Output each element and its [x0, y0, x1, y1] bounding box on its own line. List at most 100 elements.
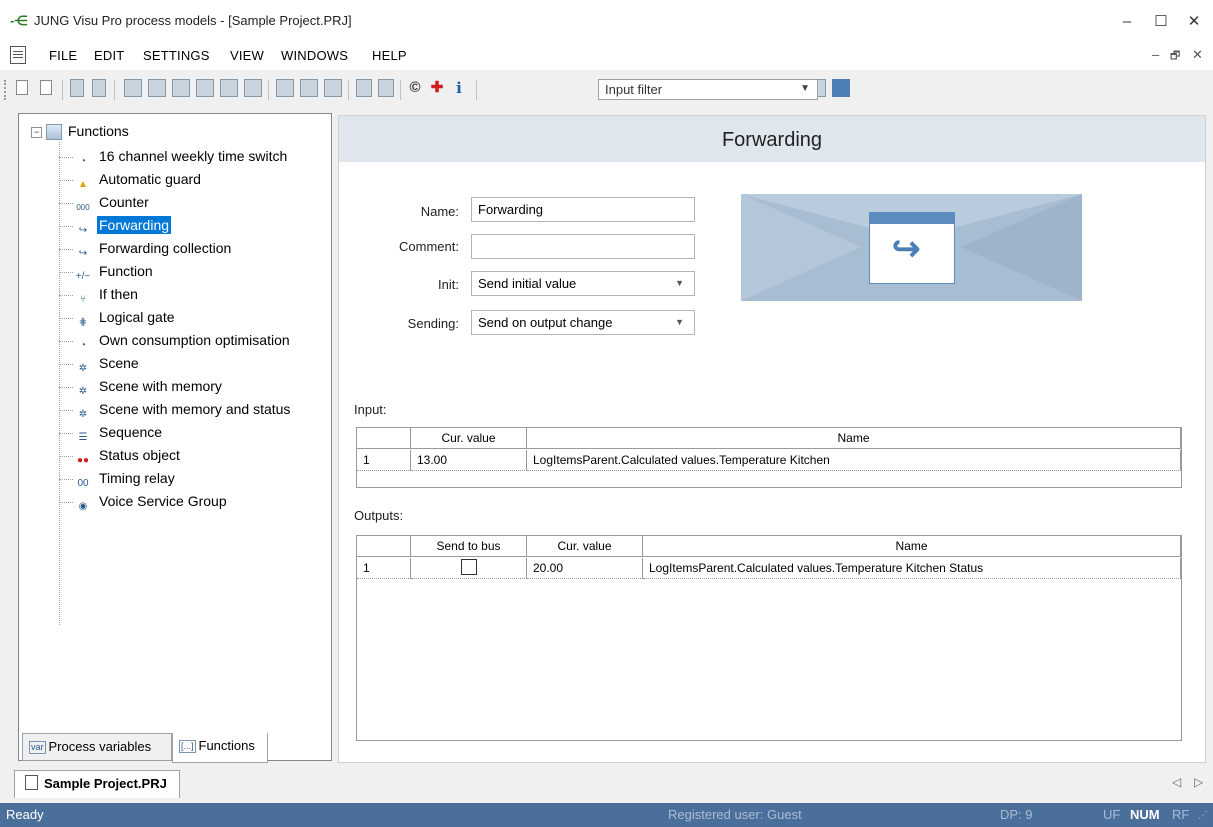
export-icon[interactable] — [244, 79, 262, 97]
menu-file[interactable]: FILE — [49, 48, 77, 63]
input-filter-combobox[interactable]: Input filter ▼ — [598, 79, 818, 100]
unlink-icon[interactable] — [378, 79, 394, 97]
name-label: Name: — [420, 204, 459, 219]
comment-label: Comment: — [399, 239, 459, 254]
link-icon[interactable] — [356, 79, 372, 97]
title-bar: -⋲ JUNG Visu Pro process models - [Sampl… — [0, 0, 1213, 42]
tree-item-voice-service-group[interactable]: ◉ Voice Service Group — [59, 490, 229, 513]
chevron-down-icon: ▼ — [675, 317, 684, 327]
mdi-minimize-button[interactable]: – — [1152, 47, 1159, 62]
outputs-row-name[interactable]: LogItemsParent.Calculated values.Tempera… — [643, 558, 1181, 579]
filter-list-icon[interactable] — [832, 79, 850, 97]
delete-variable-icon[interactable] — [220, 79, 238, 97]
document-tab[interactable]: Sample Project.PRJ — [14, 770, 180, 798]
function-edit-icon[interactable] — [300, 79, 318, 97]
outputs-header-index — [357, 536, 411, 557]
move-left-icon[interactable] — [70, 79, 84, 97]
tree-item-forwarding[interactable]: ↪ Forwarding — [59, 214, 172, 237]
outputs-row-index[interactable]: 1 — [357, 558, 411, 579]
menu-windows[interactable]: WINDOWS — [281, 48, 348, 63]
resize-grip-icon[interactable]: ⋰ — [1198, 810, 1208, 821]
move-right-icon[interactable] — [92, 79, 106, 97]
outputs-header-name[interactable]: Name — [643, 536, 1181, 557]
input-row-index[interactable]: 1 — [357, 450, 411, 471]
copyright-icon[interactable]: © — [406, 79, 424, 97]
tree-item-logical-gate[interactable]: ⋕ Logical gate — [59, 306, 177, 329]
input-header-name[interactable]: Name — [527, 428, 1181, 449]
document-info-icon[interactable] — [38, 79, 56, 97]
logic-gate-icon: ⋕ — [78, 317, 88, 328]
name-field-value: Forwarding — [478, 202, 544, 217]
add-variable-icon[interactable] — [148, 79, 166, 97]
tree-item-own-consumption-optimisation[interactable]: ◔ Own consumption optimisation — [59, 329, 292, 352]
mdi-close-button[interactable]: ✕ — [1192, 47, 1203, 63]
input-header-cur-value[interactable]: Cur. value — [411, 428, 527, 449]
chevron-right-icon[interactable]: ▷ — [1194, 775, 1203, 789]
init-select[interactable]: Send initial value ▼ — [471, 271, 695, 296]
send-to-bus-checkbox[interactable] — [460, 559, 477, 575]
tree-item-scene-with-memory[interactable]: ✲ Scene with memory — [59, 375, 224, 398]
tree-item-sequence[interactable]: ☰ Sequence — [59, 421, 164, 444]
new-document-icon[interactable] — [14, 79, 32, 97]
input-section-label: Input: — [354, 402, 387, 417]
outputs-header-cur-value[interactable]: Cur. value — [527, 536, 643, 557]
menu-edit[interactable]: EDIT — [94, 48, 124, 63]
tab-functions[interactable]: [...] Functions — [172, 733, 268, 763]
tree-item-automatic-guard[interactable]: ▲ Automatic guard — [59, 168, 203, 191]
tree-item-forwarding-collection[interactable]: ↪ Forwarding collection — [59, 237, 233, 260]
toolbar-separator — [268, 80, 269, 100]
sending-select[interactable]: Send on output change ▼ — [471, 310, 695, 335]
tree-item-counter[interactable]: 000 Counter — [59, 191, 151, 214]
tree-root-label: Functions — [68, 123, 129, 139]
toolbar-separator — [400, 80, 401, 100]
tree-root-functions[interactable]: − Functions — [31, 123, 129, 140]
info-icon[interactable]: i — [450, 79, 468, 97]
tree-item-scene[interactable]: ✲ Scene — [59, 352, 141, 375]
outputs-header-send-to-bus[interactable]: Send to bus — [411, 536, 527, 557]
registered-user-text: Registered user: Guest — [668, 807, 802, 822]
document-menu-icon[interactable] — [10, 46, 26, 64]
init-select-value: Send initial value — [478, 276, 577, 291]
toolbar-grip[interactable] — [4, 80, 9, 100]
tab-functions-label: Functions — [198, 738, 255, 753]
close-button[interactable]: ✕ — [1179, 10, 1209, 34]
comment-field[interactable] — [471, 234, 695, 259]
menu-help[interactable]: HELP — [372, 48, 407, 63]
tree-item-status-object[interactable]: ●● Status object — [59, 444, 182, 467]
tree-item-if-then[interactable]: ⑂ If then — [59, 283, 140, 306]
tree-item-function[interactable]: +/− Function — [59, 260, 155, 283]
input-header-index — [357, 428, 411, 449]
document-tab-strip: Sample Project.PRJ ◁ ▷ — [0, 768, 1213, 798]
tree-item-scene-with-memory-and-status[interactable]: ✲ Scene with memory and status — [59, 398, 292, 421]
tree-item-16-channel-weekly-time-switch[interactable]: ◔ 16 channel weekly time switch — [59, 145, 289, 168]
if-then-icon: ⑂ — [80, 294, 86, 305]
function-delete-icon[interactable] — [324, 79, 342, 97]
menu-view[interactable]: VIEW — [230, 48, 264, 63]
collapse-icon[interactable]: − — [31, 127, 42, 138]
outputs-row-send-to-bus[interactable] — [411, 558, 527, 579]
mdi-restore-button[interactable]: 🗗 — [1170, 47, 1180, 66]
chevron-left-icon[interactable]: ◁ — [1172, 775, 1181, 789]
function-add-icon[interactable] — [276, 79, 294, 97]
input-table[interactable]: Cur. value Name 1 13.00 LogItemsParent.C… — [356, 427, 1182, 488]
outputs-table[interactable]: Send to bus Cur. value Name 1 20.00 LogI… — [356, 535, 1182, 741]
minimize-button[interactable]: – — [1112, 10, 1142, 34]
name-field[interactable]: Forwarding — [471, 197, 695, 222]
outputs-row-cur-value[interactable]: 20.00 — [527, 558, 643, 579]
add-plus-icon[interactable]: ✚ — [428, 79, 446, 97]
sending-select-value: Send on output change — [478, 315, 613, 330]
tree-item-timing-relay[interactable]: 00 Timing relay — [59, 467, 177, 490]
maximize-button[interactable]: ☐ — [1146, 10, 1176, 34]
edit-variable-icon[interactable] — [172, 79, 190, 97]
tab-process-variables[interactable]: var Process variables — [22, 733, 172, 761]
forward-arrow-icon: ↪ — [78, 248, 88, 259]
input-row-cur-value[interactable]: 13.00 — [411, 450, 527, 471]
copy-variable-icon[interactable] — [196, 79, 214, 97]
menu-settings[interactable]: SETTINGS — [143, 48, 210, 63]
clock-icon: ◔ — [79, 156, 87, 167]
variable-icon[interactable] — [124, 79, 142, 97]
detail-title: Forwarding — [721, 129, 823, 151]
input-row-name[interactable]: LogItemsParent.Calculated values.Tempera… — [527, 450, 1181, 471]
app-logo-icon: -⋲ — [10, 13, 28, 28]
sending-label: Sending: — [407, 316, 459, 331]
